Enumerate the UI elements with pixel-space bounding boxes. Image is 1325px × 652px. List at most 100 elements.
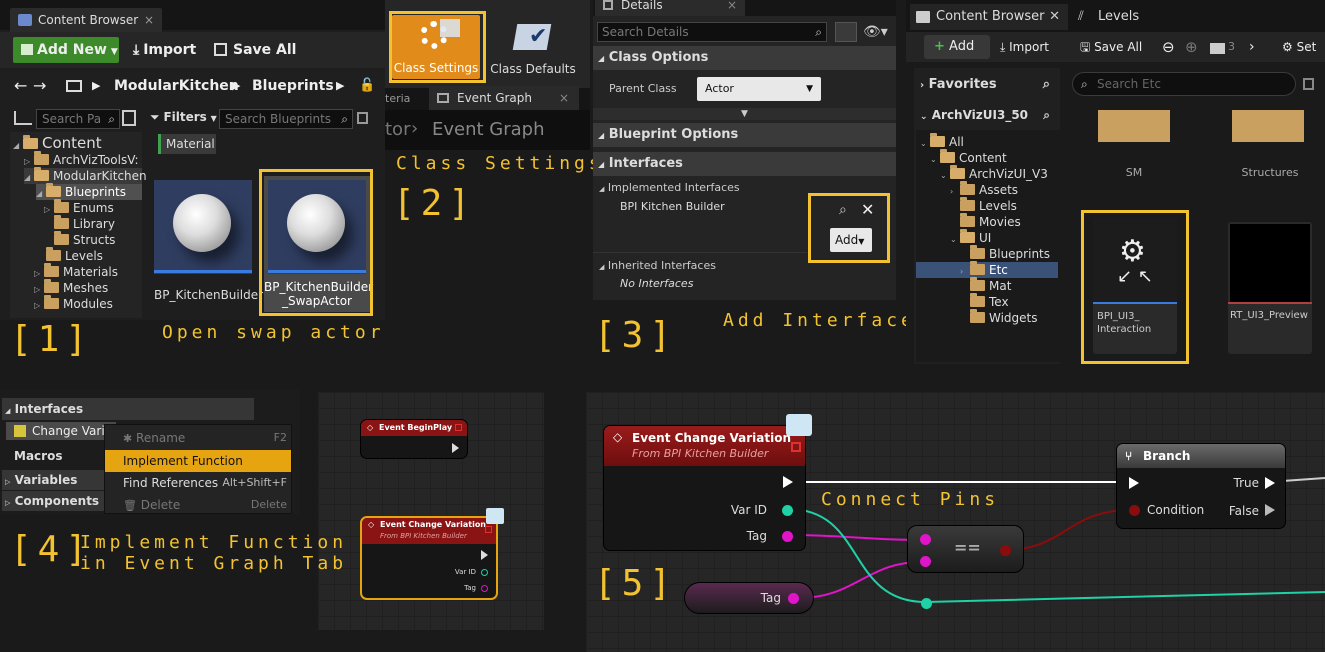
tree-item-archvizui[interactable]: ⌄ ArchVizUI_V3 xyxy=(940,165,1048,182)
branch-node[interactable]: ⑂ Branch True Condition False xyxy=(1116,443,1286,529)
sources-toggle-icon[interactable] xyxy=(14,111,32,125)
delegate-pin-icon[interactable] xyxy=(485,526,492,533)
browse-icon[interactable]: ⌕ xyxy=(839,202,847,218)
condition-pin-icon[interactable] xyxy=(1129,505,1140,516)
tab-event-graph[interactable]: Event Graph × xyxy=(429,86,579,110)
tree-item-modules[interactable]: ▷ Modules xyxy=(34,295,113,312)
section-favorites[interactable]: › Favorites ⌕ xyxy=(914,72,1060,98)
delegate-pin-icon[interactable] xyxy=(791,442,801,452)
tree-item-movies[interactable]: Movies xyxy=(960,213,1021,230)
breadcrumb-actor-partial[interactable]: tor xyxy=(385,119,410,140)
add-interface-button[interactable]: Add▼ xyxy=(830,228,872,252)
class-settings-button[interactable]: Class Settings xyxy=(392,15,480,79)
section-components[interactable]: ▷ Components xyxy=(2,491,104,511)
result-pin-icon[interactable] xyxy=(1000,545,1011,556)
filter-chip-material[interactable]: Material xyxy=(158,134,216,154)
property-matrix-icon[interactable] xyxy=(835,22,857,42)
forward-arrow-icon[interactable]: → xyxy=(33,74,46,98)
search-blueprints-input[interactable]: Search Blueprints ⌕ xyxy=(219,109,353,129)
close-icon[interactable]: × xyxy=(559,86,569,110)
close-icon[interactable]: × xyxy=(144,8,154,32)
add-new-button[interactable]: Add New ▼ xyxy=(13,37,119,63)
filters-button[interactable]: ⏷ Filters ▼ xyxy=(150,110,217,125)
tree-item-assets[interactable]: › Assets xyxy=(950,181,1018,198)
section-variables[interactable]: ▷ Variables xyxy=(2,470,104,490)
section-project[interactable]: ⌄ ArchVizUI3_50 ⌕ xyxy=(914,102,1060,128)
import-button[interactable]: ⤓ Import xyxy=(1000,35,1049,59)
search-details-input[interactable]: Search Details ⌕ xyxy=(597,22,827,42)
tag-variable-node[interactable]: Tag xyxy=(684,582,814,614)
save-search-icon[interactable] xyxy=(357,112,368,124)
tree-item-tex[interactable]: Tex xyxy=(970,293,1009,310)
tree-item-modularkitchen[interactable]: ◢ ModularKitchen xyxy=(24,167,147,184)
tree-item-etc[interactable]: › Etc xyxy=(916,261,1058,278)
search-etc-input[interactable]: ⌕ Search Etc xyxy=(1072,72,1296,96)
section-class-options[interactable]: ◢ Class Options xyxy=(593,46,896,70)
tree-item-library[interactable]: Library xyxy=(54,215,115,232)
asset-tile-bpi-ui3-interaction[interactable]: ⚙ ↙ ↖ BPI_UI3_ Interaction xyxy=(1093,218,1177,354)
tree-item-structs[interactable]: Structs xyxy=(54,231,115,248)
import-button[interactable]: ⤓ Import xyxy=(133,38,196,62)
search-icon[interactable]: ⌕ xyxy=(1043,72,1050,98)
event-beginplay-node[interactable]: ◇ Event BeginPlay xyxy=(360,419,468,459)
tree-item-archviztools[interactable]: ▷ ArchVizToolsV: xyxy=(24,151,139,168)
tree-item-ui[interactable]: ⌄ UI xyxy=(950,229,991,246)
add-button[interactable]: + Add xyxy=(924,35,990,59)
settings-button[interactable]: ⚙ Set xyxy=(1282,35,1316,59)
interface-function-item[interactable]: Change Variati xyxy=(6,422,120,440)
tree-item-materials[interactable]: ▷ Materials xyxy=(34,263,118,280)
tree-item-content[interactable]: ⌄ Content xyxy=(930,149,1007,166)
tree-item-blueprints[interactable]: ◢ Blueprints xyxy=(36,183,142,200)
asset-tile-bp-kitchenbuilder[interactable]: BP_KitchenBuilder xyxy=(154,180,263,306)
back-arrow-icon[interactable]: ← xyxy=(14,74,27,98)
menu-item-find-references[interactable]: Find References Alt+Shift+F xyxy=(105,472,291,494)
tree-item-content[interactable]: ◢ Content xyxy=(13,134,102,152)
tree-item-levels[interactable]: Levels xyxy=(960,197,1017,214)
tab-material-partial[interactable]: teria xyxy=(385,88,410,110)
tag-variable-pin-icon[interactable] xyxy=(788,593,799,604)
save-all-button[interactable]: Save All xyxy=(214,38,296,62)
close-icon[interactable]: ✕ xyxy=(1049,4,1060,30)
history-back-icon[interactable]: ⊖ xyxy=(1162,35,1175,59)
search-icon[interactable]: ⌕ xyxy=(1043,102,1050,128)
menu-item-delete[interactable]: 🗑 Delete Delete xyxy=(105,494,291,514)
equals-node[interactable]: == xyxy=(907,525,1024,573)
advanced-expander-icon[interactable]: ▼ xyxy=(593,108,896,120)
folder-icon[interactable] xyxy=(1210,43,1225,54)
reroute-pin-icon[interactable] xyxy=(921,598,932,609)
var-id-pin-icon[interactable] xyxy=(782,505,793,516)
section-blueprint-options[interactable]: ◢ Blueprint Options xyxy=(593,123,896,147)
exec-out-pin-icon[interactable] xyxy=(452,443,459,453)
folder-open-icon[interactable] xyxy=(66,80,82,92)
false-pin-icon[interactable] xyxy=(1265,504,1275,516)
tree-item-widgets[interactable]: Widgets xyxy=(970,309,1038,326)
lock-icon[interactable]: 🔓 xyxy=(359,74,375,98)
event-change-variation-node[interactable]: ◇ Event Change Variation From BPI Kitche… xyxy=(603,425,806,551)
breadcrumb-blueprints[interactable]: Blueprints xyxy=(252,74,334,98)
exec-in-pin-icon[interactable] xyxy=(1129,477,1139,489)
history-forward-icon[interactable]: ⊕ xyxy=(1185,35,1198,59)
tree-item-blueprints[interactable]: Blueprints xyxy=(970,245,1050,262)
view-options-icon[interactable] xyxy=(122,110,136,126)
event-change-variation-node-small[interactable]: ◇ Event Change Variation From BPI Kitche… xyxy=(360,516,498,600)
tree-item-levels[interactable]: Levels xyxy=(46,247,103,264)
clear-icon[interactable]: ✕ xyxy=(861,200,874,219)
a-pin-icon[interactable] xyxy=(920,534,931,545)
folder-tile-sm[interactable] xyxy=(1098,110,1170,142)
save-search-icon[interactable] xyxy=(1303,78,1314,90)
tab-content-browser[interactable]: Content Browser ✕ xyxy=(910,4,1068,30)
folder-tile-structures[interactable] xyxy=(1232,110,1304,142)
tab-levels[interactable]: ⫽ Levels xyxy=(1074,4,1139,30)
section-interfaces[interactable]: ◢ Interfaces xyxy=(2,398,254,420)
section-macros[interactable]: Macros xyxy=(6,446,106,466)
b-pin-icon[interactable] xyxy=(920,556,931,567)
menu-item-rename[interactable]: ✱ Rename F2 xyxy=(105,427,291,449)
tag-pin-icon[interactable] xyxy=(481,585,488,592)
tab-content-browser[interactable]: Content Browser × xyxy=(10,8,162,32)
delegate-pin-icon[interactable] xyxy=(455,424,462,431)
parent-class-dropdown[interactable]: Actor ▼ xyxy=(697,77,821,101)
tree-item-all[interactable]: ⌄ All xyxy=(920,133,964,150)
tree-item-mat[interactable]: Mat xyxy=(970,277,1011,294)
path-partial[interactable]: 3 xyxy=(1228,35,1235,59)
tree-item-meshes[interactable]: ▷ Meshes xyxy=(34,279,108,296)
